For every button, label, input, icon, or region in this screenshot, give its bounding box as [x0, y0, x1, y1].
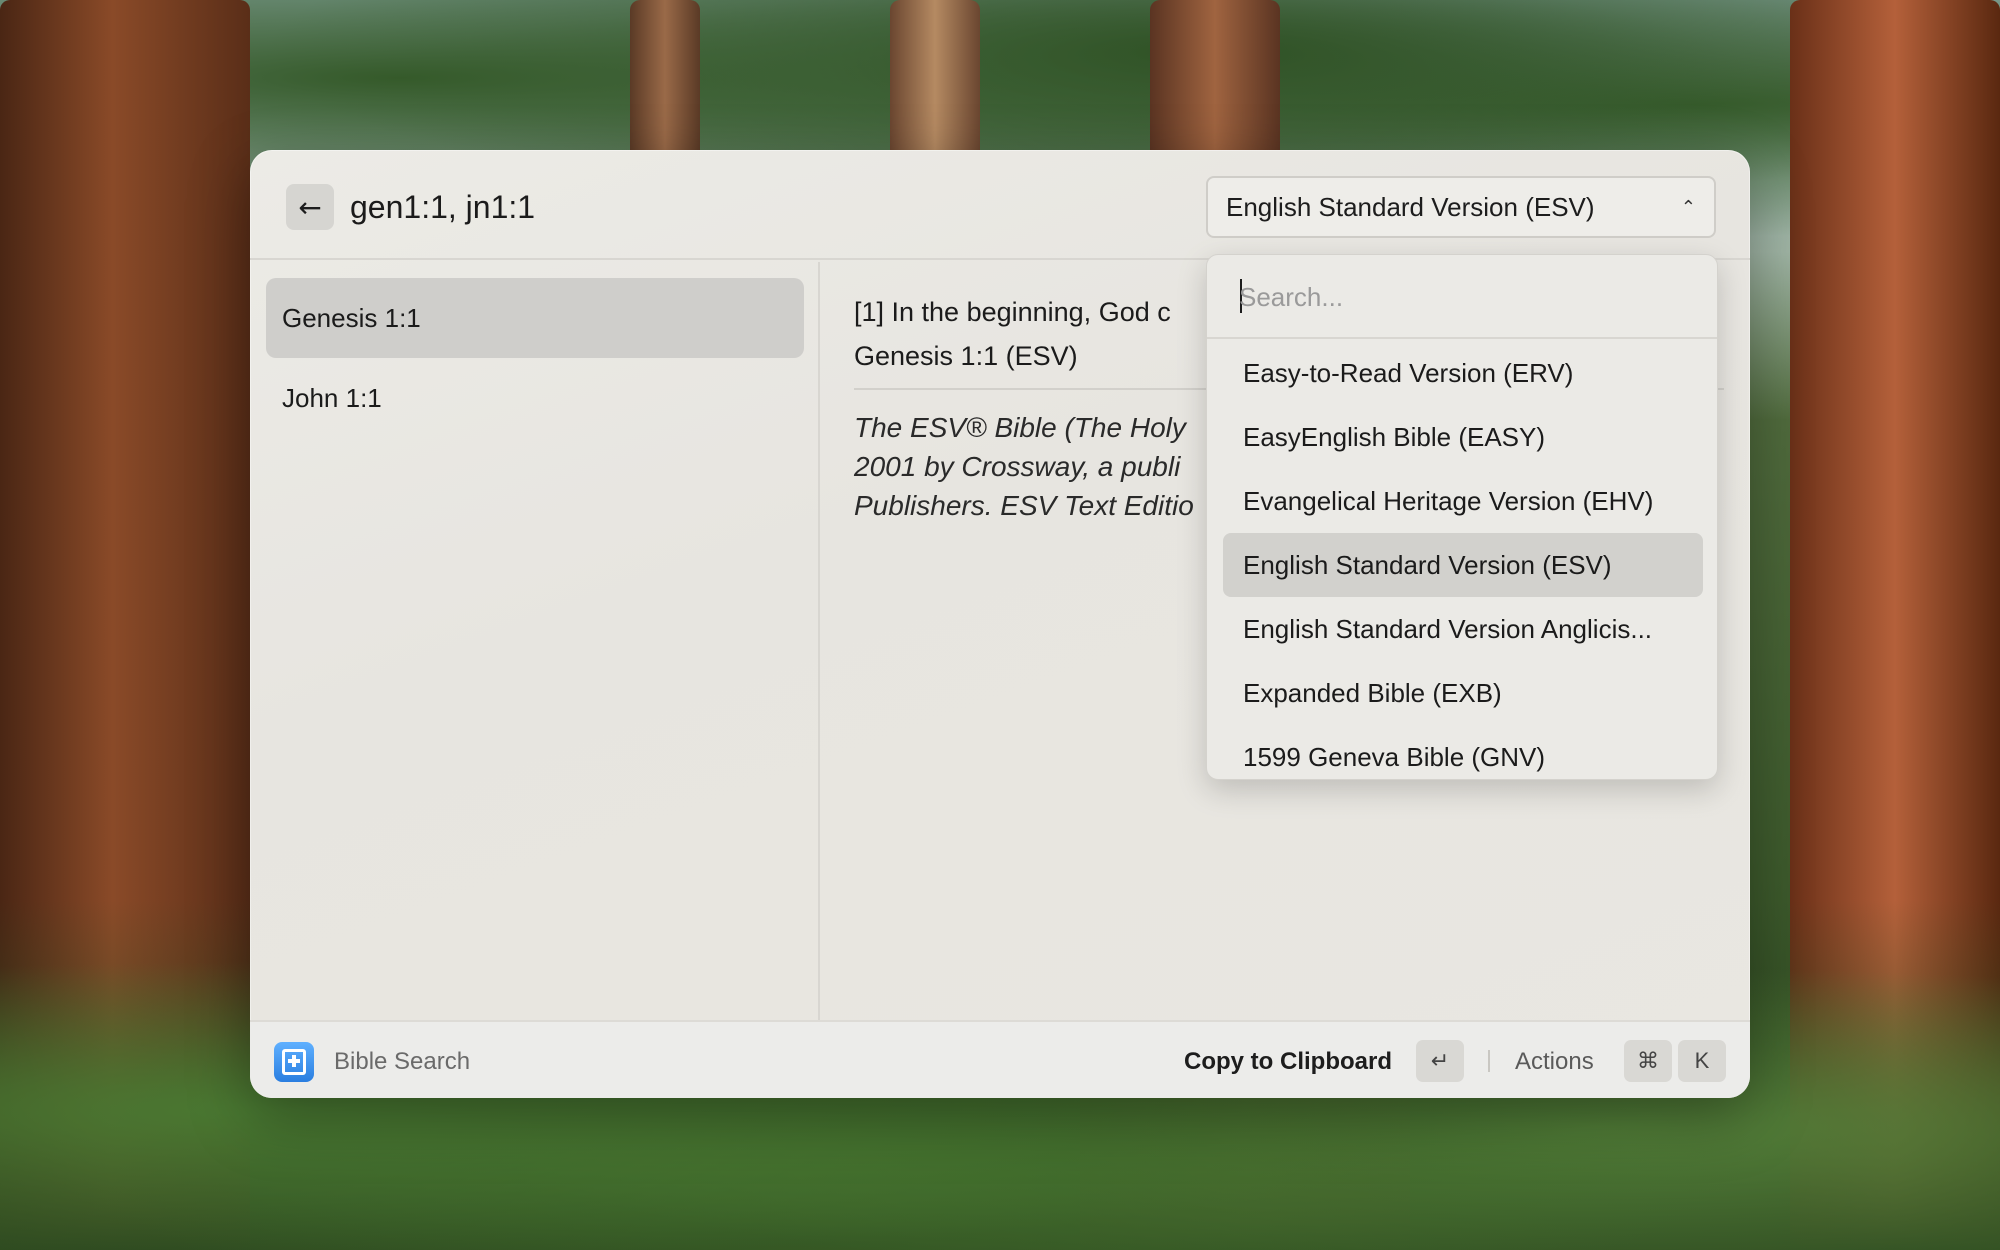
list-item-label: John 1:1	[282, 383, 382, 413]
dropdown-option[interactable]: EasyEnglish Bible (EASY)	[1223, 405, 1703, 469]
enter-key-icon: ↵	[1416, 1040, 1464, 1082]
dropdown-option[interactable]: Easy-to-Read Version (ERV)	[1223, 341, 1703, 405]
k-key-icon: K	[1678, 1040, 1726, 1082]
copy-to-clipboard-button[interactable]: Copy to Clipboard	[1184, 1042, 1392, 1082]
chevron-up-icon: ⌃	[1680, 196, 1696, 218]
version-dropdown: Easy-to-Read Version (ERV) EasyEnglish B…	[1206, 254, 1718, 780]
dropdown-search-input[interactable]	[1239, 277, 1679, 317]
results-list: Genesis 1:1 John 1:1	[250, 262, 820, 1020]
arrow-left-icon: ←	[298, 190, 322, 224]
dropdown-option[interactable]: Expanded Bible (EXB)	[1223, 661, 1703, 725]
dropdown-options: Easy-to-Read Version (ERV) EasyEnglish B…	[1207, 341, 1717, 779]
version-select[interactable]: English Standard Version (ESV) ⌃	[1206, 176, 1716, 238]
bible-search-icon	[274, 1042, 314, 1082]
dropdown-search	[1207, 255, 1717, 339]
search-query[interactable]: gen1:1, jn1:1	[350, 184, 535, 230]
list-item-john[interactable]: John 1:1	[266, 358, 804, 438]
dropdown-option[interactable]: 1599 Geneva Bible (GNV)	[1223, 725, 1703, 779]
version-select-value: English Standard Version (ESV)	[1226, 191, 1595, 222]
back-button[interactable]: ←	[286, 184, 334, 230]
command-key-icon: ⌘	[1624, 1040, 1672, 1082]
action-bar: Bible Search Copy to Clipboard ↵ Actions…	[250, 1020, 1750, 1098]
list-item-genesis[interactable]: Genesis 1:1	[266, 278, 804, 358]
list-item-label: Genesis 1:1	[282, 303, 421, 333]
extension-name: Bible Search	[334, 1048, 471, 1075]
actions-button[interactable]: Actions	[1515, 1042, 1594, 1082]
dropdown-option[interactable]: English Standard Version Anglicis...	[1223, 597, 1703, 661]
separator	[1488, 1050, 1490, 1072]
window-header: ← gen1:1, jn1:1 English Standard Version…	[250, 150, 1750, 260]
dropdown-option[interactable]: Evangelical Heritage Version (EHV)	[1223, 469, 1703, 533]
dropdown-option-selected[interactable]: English Standard Version (ESV)	[1223, 533, 1703, 597]
